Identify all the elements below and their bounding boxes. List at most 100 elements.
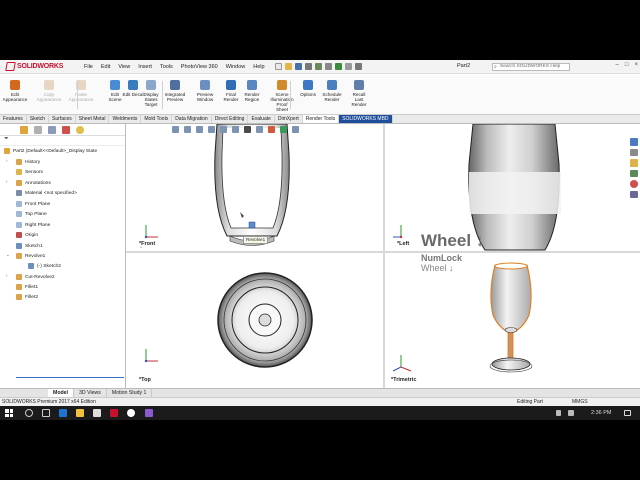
tree-expander-icon[interactable]: › (6, 158, 8, 163)
new-document-icon[interactable] (274, 63, 282, 70)
minimize-icon[interactable]: – (616, 62, 619, 68)
viewport-splitter-horizontal[interactable] (126, 251, 640, 253)
edge-browser-icon[interactable] (59, 409, 67, 417)
undo-icon[interactable] (314, 63, 322, 70)
viewport-trimetric[interactable]: *Trimetric (385, 253, 628, 388)
open-icon[interactable] (284, 63, 292, 70)
hide-show-items-icon[interactable] (256, 126, 263, 133)
volume-icon[interactable] (568, 410, 574, 416)
zoom-area-icon[interactable] (184, 126, 191, 133)
tree-item-sketch2[interactable]: (-) Sketch2 (28, 263, 61, 269)
viewport-front[interactable]: ▫ *Front (127, 124, 383, 251)
tab-sheet-metal[interactable]: Sheet Metal (76, 115, 110, 123)
apply-scene-icon[interactable] (280, 126, 287, 133)
tree-expander-icon[interactable]: › (6, 179, 8, 184)
ribbon-button-render-region[interactable]: Render Region (241, 80, 263, 102)
maximize-icon[interactable]: □ (625, 62, 629, 68)
ribbon-button-display-states[interactable]: Display States Target (140, 80, 162, 107)
tree-item-material-not-specified[interactable]: Material <not specified> (16, 190, 77, 196)
design-library-icon[interactable] (629, 148, 638, 156)
menu-view[interactable]: View (114, 64, 134, 70)
resources-icon[interactable] (629, 138, 638, 146)
close-icon[interactable]: × (634, 62, 638, 68)
ribbon-button-recall-render[interactable]: Recall Last Render (348, 80, 370, 107)
rebuild-icon[interactable] (334, 63, 342, 70)
zoom-to-fit-icon[interactable] (172, 126, 179, 133)
tree-item-fillet2[interactable]: Fillet2 (16, 294, 38, 300)
task-view-icon[interactable] (42, 409, 50, 417)
chrome-icon[interactable] (127, 409, 135, 417)
view-settings-icon[interactable] (292, 126, 299, 133)
ribbon-button-copy-appearance[interactable]: Copy Appearance (37, 80, 61, 102)
tree-item-origin[interactable]: Origin (16, 232, 38, 238)
tab-3d-views[interactable]: 3D Views (74, 389, 107, 397)
tab-model[interactable]: Model (48, 389, 74, 397)
menu-tools[interactable]: Tools (156, 64, 177, 70)
tab-sketch[interactable]: Sketch (27, 115, 50, 123)
custom-properties-icon[interactable] (629, 190, 638, 198)
solidworks-taskbar-icon[interactable] (110, 409, 118, 417)
tree-item-fillet1[interactable]: Fillet1 (16, 284, 38, 290)
taskbar-clock[interactable]: 2:36 PM (591, 406, 611, 420)
tab-features[interactable]: Features (0, 115, 27, 123)
appearances-icon[interactable] (629, 180, 638, 188)
save-icon[interactable] (294, 63, 302, 70)
tab-dimxpert[interactable]: DimXpert (275, 115, 303, 123)
dynamic-annotation-icon[interactable] (220, 126, 227, 133)
status-units[interactable]: MMGS (572, 398, 588, 406)
store-icon[interactable] (93, 409, 101, 417)
menu-file[interactable]: File (80, 64, 97, 70)
filter-icon[interactable]: ⏷ (0, 136, 125, 146)
file-explorer-taskbar-icon[interactable] (76, 409, 84, 417)
tree-item-front-plane[interactable]: Front Plane (16, 201, 50, 207)
tree-item-cut-revolve2[interactable]: Cut-Revolve2 (16, 274, 55, 280)
tree-item-annotations[interactable]: Annotations (16, 180, 51, 186)
ribbon-button-edit-appearance[interactable]: Edit Appearance (3, 80, 27, 102)
network-icon[interactable] (556, 410, 561, 416)
file-properties-icon[interactable] (344, 63, 352, 70)
ribbon-button-integrated-preview[interactable]: Integrated Preview (164, 80, 186, 102)
dimxpert-manager-tab-icon[interactable] (62, 125, 70, 134)
search-taskbar-icon[interactable] (25, 409, 33, 417)
previous-view-icon[interactable] (196, 126, 203, 133)
tree-root-part[interactable]: Part2 (Default<<Default>_Display State (4, 148, 97, 154)
help-search-input[interactable]: ⌕ Search SOLIDWORKS Help (492, 63, 570, 71)
tree-item-revolve1[interactable]: Revolve1 (16, 253, 45, 259)
ribbon-button-preview-window[interactable]: Preview Window (194, 80, 216, 102)
property-manager-tab-icon[interactable] (34, 125, 42, 134)
tree-expander-icon[interactable]: › (6, 273, 8, 278)
tab-weldments[interactable]: Weldments (109, 115, 142, 123)
tab-mold-tools[interactable]: Mold Tools (141, 115, 173, 123)
configuration-manager-tab-icon[interactable] (48, 125, 56, 134)
menu-help[interactable]: Help (249, 64, 268, 70)
ribbon-button-options[interactable]: Options (297, 80, 319, 97)
tab-evaluate[interactable]: Evaluate (248, 115, 275, 123)
menu-photoview[interactable]: PhotoView 360 (177, 64, 222, 70)
menu-edit[interactable]: Edit (97, 64, 114, 70)
notifications-icon[interactable] (624, 410, 631, 416)
menu-insert[interactable]: Insert (134, 64, 156, 70)
tab-data-migration[interactable]: Data Migration (172, 115, 212, 123)
tab-render-tools[interactable]: Render Tools (302, 115, 340, 123)
tab-direct-editing[interactable]: Direct Editing (212, 115, 249, 123)
display-style-icon[interactable] (244, 126, 251, 133)
app-taskbar-icon[interactable] (145, 409, 153, 417)
section-view-icon[interactable] (208, 126, 215, 133)
tab-surfaces[interactable]: Surfaces (49, 115, 76, 123)
options-gear-icon[interactable] (354, 63, 362, 70)
tree-item-right-plane[interactable]: Right Plane (16, 222, 50, 228)
start-button-icon[interactable] (5, 409, 13, 417)
tree-item-top-plane[interactable]: Top Plane (16, 211, 47, 217)
ribbon-button-paste-appearance[interactable]: Paste Appearance (69, 80, 93, 102)
tree-item-history[interactable]: History (16, 159, 40, 165)
tree-item-sensors[interactable]: Sensors (16, 169, 43, 175)
menu-window[interactable]: Window (222, 64, 250, 70)
tree-expander-icon[interactable]: ⌄ (6, 252, 10, 258)
file-explorer-icon[interactable] (629, 159, 638, 167)
ribbon-button-schedule-render[interactable]: Schedule Render (321, 80, 343, 102)
display-manager-tab-icon[interactable] (76, 125, 84, 134)
view-orientation-icon[interactable] (232, 126, 239, 133)
view-palette-icon[interactable] (629, 169, 638, 177)
print-icon[interactable] (304, 63, 312, 70)
rollback-bar[interactable] (16, 377, 124, 378)
